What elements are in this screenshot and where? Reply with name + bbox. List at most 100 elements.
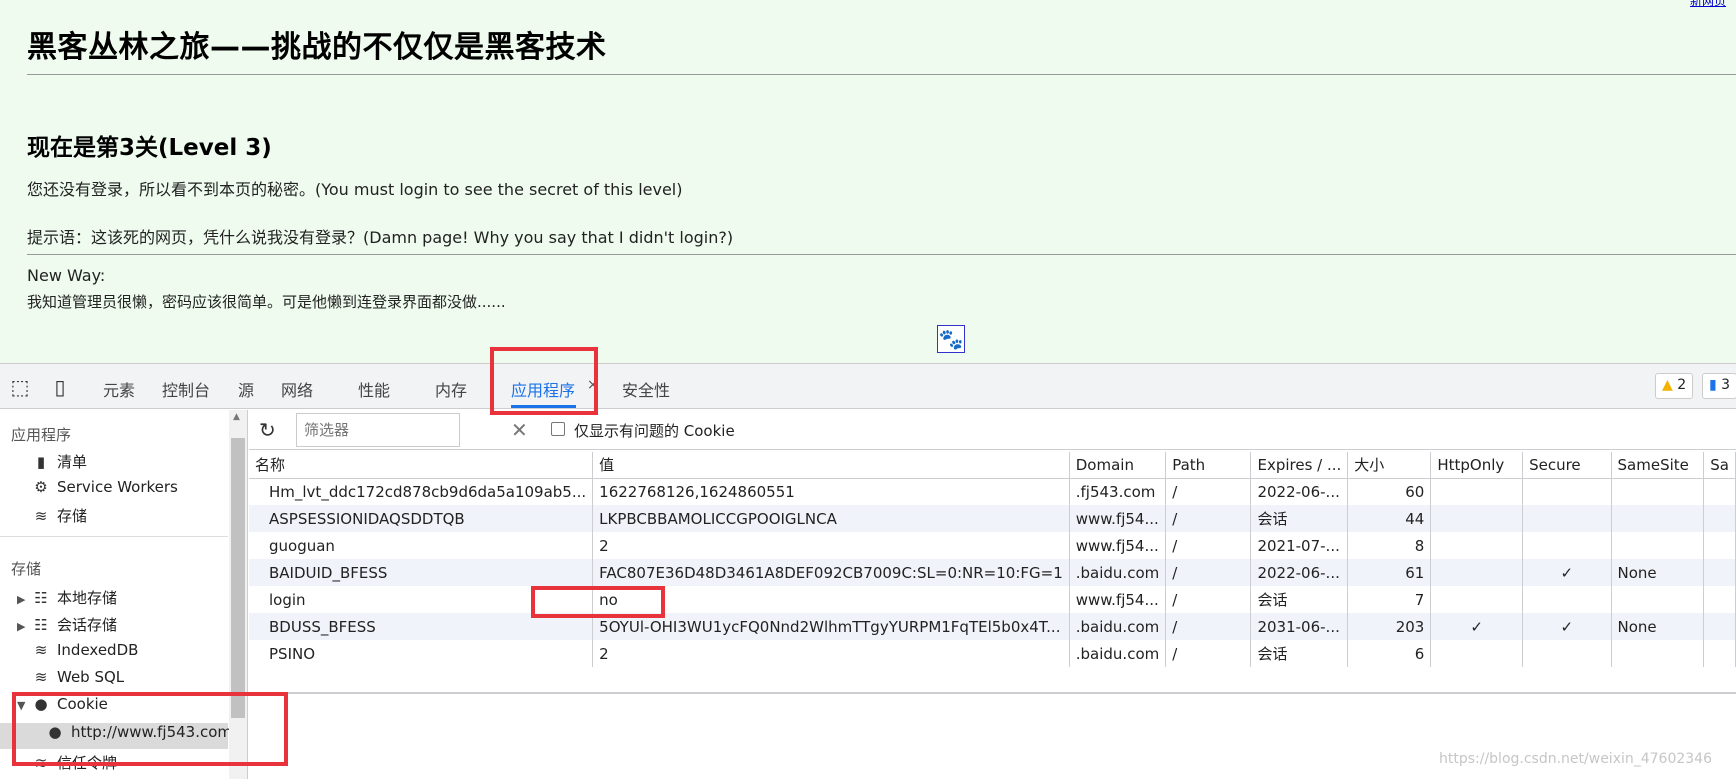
new-way-text: 我知道管理员很懒，密码应该很简单。可是他懒到连登录界面都没做...... [27, 293, 506, 311]
grid-icon: ☷ [34, 616, 48, 634]
filter-input[interactable] [296, 413, 460, 447]
sidebar-item-storage[interactable]: ≋ 存储 [31, 505, 87, 526]
cookie-row[interactable]: ASPSESSIONIDAQSDDTQB LKPBCBBAMOLICCGPOOIG… [249, 505, 1736, 532]
cookie-cell-expires: 2022-06-... [1250, 478, 1349, 505]
cookie-cell-samesite [1611, 532, 1705, 559]
cookie-cell-expires: 会话 [1250, 640, 1349, 667]
web-page: 新网页 黑客丛林之旅——挑战的不仅仅是黑客技术 现在是第3关(Level 3) … [0, 0, 1736, 363]
warnings-badge[interactable]: ▲ 2 [1655, 373, 1694, 399]
cookie-cell-expires: 会话 [1250, 586, 1349, 613]
tab-console[interactable]: 控制台 [162, 377, 210, 401]
divider [27, 254, 1736, 255]
message-icon: ▮ [1709, 377, 1717, 393]
table-bottom-border [249, 692, 1736, 694]
cookie-row[interactable]: PSINO 2 .baidu.com / 会话 6 [249, 640, 1736, 667]
cookie-cell-secure [1522, 505, 1612, 532]
tab-security[interactable]: 安全性 [622, 377, 670, 401]
cookie-toolbar: ↻ ✕ 仅显示有问题的 Cookie [249, 410, 1736, 450]
column-header[interactable]: 值 [592, 452, 1070, 479]
sidebar-item-service-workers[interactable]: ⚙ Service Workers [31, 478, 178, 496]
tab-performance[interactable]: 性能 [358, 377, 390, 401]
cookie-cell-name: ASPSESSIONIDAQSDDTQB [249, 505, 594, 532]
cookie-row[interactable]: BAIDUID_BFESS FAC807E36D48D3461A8DEF092CB… [249, 559, 1736, 586]
column-header[interactable]: Path [1165, 452, 1252, 479]
cookie-cell-value: 1622768126,1624860551 [592, 478, 1070, 505]
tab-memory[interactable]: 内存 [435, 377, 467, 401]
level-heading: 现在是第3关(Level 3) [27, 135, 272, 161]
cookie-cell-domain: .baidu.com [1069, 559, 1167, 586]
cookie-cell-path: / [1165, 640, 1252, 667]
cookie-cell-samesite [1611, 505, 1705, 532]
cookie-cell-size: 203 [1347, 613, 1432, 640]
cookie-cell-size: 7 [1347, 586, 1432, 613]
messages-badge[interactable]: ▮ 3 [1702, 373, 1736, 399]
column-header[interactable]: Domain [1069, 452, 1167, 479]
tab-elements[interactable]: 元素 [103, 377, 135, 401]
cookie-cell-samesite [1611, 478, 1705, 505]
tab-sources[interactable]: 源 [238, 377, 254, 401]
warning-icon: ▲ [1662, 377, 1673, 393]
divider [0, 536, 228, 537]
cookie-row[interactable]: BDUSS_BFESS 5OYUl-OHI3WU1ycFQ0Nnd2WlhmTTg… [249, 613, 1736, 640]
highlight-box-cookie-origin [12, 692, 288, 766]
sidebar-item-indexeddb[interactable]: ≋ IndexedDB [31, 641, 139, 659]
device-toolbar-icon[interactable]: ▯ [48, 375, 72, 399]
cookie-cell-httponly [1430, 532, 1524, 559]
refresh-icon[interactable]: ↻ [259, 418, 276, 442]
document-icon: ▮ [36, 453, 46, 471]
cookie-cell-extra [1703, 505, 1736, 532]
cookie-cell-samesite: None [1611, 613, 1705, 640]
cookie-cell-path: / [1165, 559, 1252, 586]
cookie-cell-samesite [1611, 586, 1705, 613]
column-header[interactable]: Secure [1522, 452, 1612, 479]
cookie-row[interactable]: Hm_lvt_ddc172cd878cb9d6da5a109ab5... 1622… [249, 478, 1736, 505]
cookie-cell-httponly [1430, 586, 1524, 613]
top-link[interactable]: 新网页 [1690, 0, 1726, 9]
only-issues-label: 仅显示有问题的 Cookie [574, 422, 735, 440]
column-header[interactable]: 名称 [249, 452, 594, 479]
cookie-cell-extra [1703, 613, 1736, 640]
expand-arrow-icon[interactable]: ▶ [17, 593, 31, 606]
baidu-paw-icon[interactable]: 🐾 [937, 325, 965, 353]
expand-arrow-icon[interactable]: ▶ [17, 620, 31, 633]
sidebar-item-local-storage[interactable]: ▶ ☷ 本地存储 [17, 587, 117, 608]
cookie-cell-secure: ✓ [1522, 613, 1612, 640]
cookie-cell-secure [1522, 586, 1612, 613]
cookie-row[interactable]: guoguan 2 www.fj54.../2021-07-... 8 [249, 532, 1736, 559]
cookie-cell-domain: www.fj54... [1069, 532, 1167, 559]
highlight-box-app-tab [490, 347, 598, 415]
scroll-up-icon[interactable]: ▲ [233, 412, 240, 422]
column-header[interactable]: HttpOnly [1430, 452, 1524, 479]
inspect-element-icon[interactable]: ⬚ [8, 375, 32, 399]
cookie-cell-extra [1703, 586, 1736, 613]
database-icon: ≋ [34, 668, 48, 686]
column-header[interactable]: 大小 [1347, 452, 1432, 479]
cookie-cell-path: / [1165, 613, 1252, 640]
cookie-cell-value: FAC807E36D48D3461A8DEF092CB7009C:SL=0:NR… [592, 559, 1070, 586]
gear-icon: ⚙ [34, 478, 48, 496]
cookie-cell-secure [1522, 532, 1612, 559]
sidebar-item-session-storage[interactable]: ▶ ☷ 会话存储 [17, 614, 117, 635]
cookie-cell-domain: .baidu.com [1069, 613, 1167, 640]
cookie-cell-domain: .fj543.com [1069, 478, 1167, 505]
clear-icon[interactable]: ✕ [511, 418, 528, 442]
only-issues-checkbox[interactable] [551, 422, 565, 436]
cookie-cell-name: Hm_lvt_ddc172cd878cb9d6da5a109ab5... [249, 478, 594, 505]
cookie-cell-httponly: ✓ [1430, 613, 1524, 640]
tab-network[interactable]: 网络 [281, 377, 313, 401]
cookie-table: 名称 值 Domain Path Expires / ... 大小 HttpOn… [249, 452, 1736, 667]
divider [27, 74, 1736, 75]
cookie-cell-name: guoguan [249, 532, 594, 559]
column-header[interactable]: Sa [1703, 452, 1736, 479]
sidebar-item-web-sql[interactable]: ≋ Web SQL [31, 668, 124, 686]
grid-icon: ☷ [34, 589, 48, 607]
column-header[interactable]: SameSite [1611, 452, 1705, 479]
scrollbar-thumb[interactable] [231, 438, 245, 718]
cookie-cell-expires: 2021-07-... [1250, 532, 1349, 559]
sidebar-item-manifest[interactable]: ▮ 清单 [31, 451, 87, 472]
column-header[interactable]: Expires / ... [1250, 452, 1349, 479]
cookie-cell-value: 2 [592, 640, 1070, 667]
cookie-row[interactable]: login no www.fj54... / 会话 7 [249, 586, 1736, 613]
cookie-table-header: 名称 值 Domain Path Expires / ... 大小 HttpOn… [249, 452, 1736, 479]
cookie-cell-domain: www.fj54... [1069, 505, 1167, 532]
